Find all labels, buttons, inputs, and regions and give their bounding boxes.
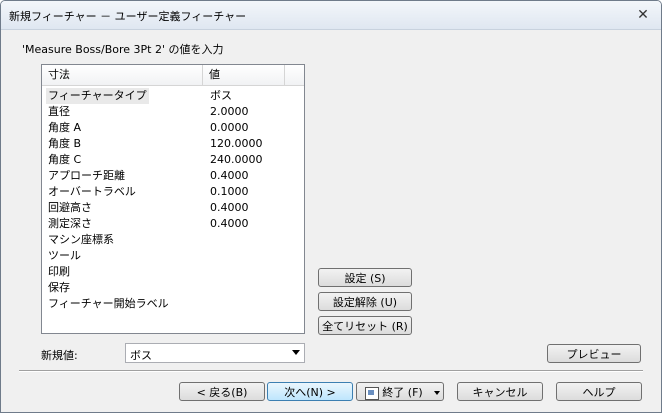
row-dimension-value: 0.4000 bbox=[210, 217, 249, 230]
title-bar: 新規フィーチャー － ユーザー定義フィーチャー ✕ bbox=[1, 1, 661, 30]
finish-dropdown-arrow[interactable] bbox=[431, 382, 444, 401]
list-row[interactable]: 保存 bbox=[42, 280, 304, 296]
list-row[interactable]: オーバートラベル 0.1000 bbox=[42, 184, 304, 200]
new-value-selected: ボス bbox=[130, 349, 152, 362]
prompt-label: 'Measure Boss/Bore 3Pt 2' の値を入力 bbox=[22, 43, 224, 56]
row-dimension-value: 2.0000 bbox=[210, 105, 249, 118]
chevron-down-icon[interactable] bbox=[292, 350, 300, 355]
finish-icon bbox=[365, 386, 380, 400]
row-dimension-value: 0.0000 bbox=[210, 121, 249, 134]
window-title: 新規フィーチャー － ユーザー定義フィーチャー bbox=[9, 10, 247, 23]
row-dimension-name: 保存 bbox=[48, 281, 70, 294]
finish-label: 終了 (F) bbox=[382, 386, 423, 399]
column-header-value[interactable]: 値 bbox=[203, 65, 285, 85]
preview-button[interactable]: プレビュー bbox=[547, 344, 641, 363]
row-dimension-value: ボス bbox=[210, 89, 232, 102]
help-button[interactable]: ヘルプ bbox=[556, 382, 642, 401]
row-dimension-value: 0.4000 bbox=[210, 201, 249, 214]
row-dimension-name: ツール bbox=[48, 249, 81, 262]
row-dimension-name: 回避高さ bbox=[48, 201, 92, 214]
back-button[interactable]: < 戻る(B) bbox=[179, 382, 265, 401]
row-dimension-value: 0.4000 bbox=[210, 169, 249, 182]
finish-button[interactable]: 終了 (F) bbox=[356, 382, 432, 401]
list-row[interactable]: 回避高さ 0.4000 bbox=[42, 200, 304, 216]
next-button[interactable]: 次へ(N) > bbox=[267, 382, 353, 401]
row-dimension-name: フィーチャータイプ bbox=[46, 88, 149, 104]
row-dimension-name: マシン座標系 bbox=[48, 233, 114, 246]
list-row[interactable]: 測定深さ 0.4000 bbox=[42, 216, 304, 232]
dialog-window: 新規フィーチャー － ユーザー定義フィーチャー ✕ 'Measure Boss/… bbox=[0, 0, 662, 413]
row-dimension-name: 角度 A bbox=[48, 121, 82, 134]
row-dimension-name: 印刷 bbox=[48, 265, 70, 278]
close-icon[interactable]: ✕ bbox=[633, 6, 653, 24]
list-row[interactable]: ツール bbox=[42, 248, 304, 264]
unset-button[interactable]: 設定解除 (U) bbox=[318, 292, 412, 311]
reset-all-button[interactable]: 全てリセット (R) bbox=[318, 316, 412, 335]
column-header-dimension[interactable]: 寸法 bbox=[42, 65, 203, 85]
list-row[interactable]: フィーチャータイプ ボス bbox=[42, 88, 304, 104]
set-button[interactable]: 設定 (S) bbox=[318, 268, 412, 287]
row-dimension-name: 角度 B bbox=[48, 137, 82, 150]
row-dimension-value: 0.1000 bbox=[210, 185, 249, 198]
list-row[interactable]: 角度 B 120.0000 bbox=[42, 136, 304, 152]
new-value-label: 新規値: bbox=[41, 349, 78, 362]
list-row[interactable]: 角度 C 240.0000 bbox=[42, 152, 304, 168]
row-dimension-value: 120.0000 bbox=[210, 137, 263, 150]
cancel-button[interactable]: キャンセル bbox=[457, 382, 543, 401]
dimension-list[interactable]: 寸法 値 フィーチャータイプ ボス直径 2.0000 角度 A 0.0000 角度 B 12… bbox=[41, 64, 305, 334]
row-dimension-name: フィーチャー開始ラベル bbox=[48, 297, 169, 310]
row-dimension-name: オーバートラベル bbox=[48, 185, 136, 198]
list-row[interactable]: マシン座標系 bbox=[42, 232, 304, 248]
list-row[interactable]: 印刷 bbox=[42, 264, 304, 280]
list-header: 寸法 値 bbox=[42, 65, 304, 86]
row-dimension-name: 角度 C bbox=[48, 153, 82, 166]
list-row[interactable]: 直径 2.0000 bbox=[42, 104, 304, 120]
row-dimension-name: 測定深さ bbox=[48, 217, 92, 230]
list-row[interactable]: アプローチ距離 0.4000 bbox=[42, 168, 304, 184]
row-dimension-name: アプローチ距離 bbox=[48, 169, 125, 182]
list-row[interactable]: 角度 A 0.0000 bbox=[42, 120, 304, 136]
new-value-combobox[interactable]: ボス bbox=[125, 343, 305, 363]
footer-separator bbox=[19, 370, 643, 372]
row-dimension-value: 240.0000 bbox=[210, 153, 263, 166]
list-row[interactable]: フィーチャー開始ラベル bbox=[42, 296, 304, 312]
row-dimension-name: 直径 bbox=[48, 105, 70, 118]
